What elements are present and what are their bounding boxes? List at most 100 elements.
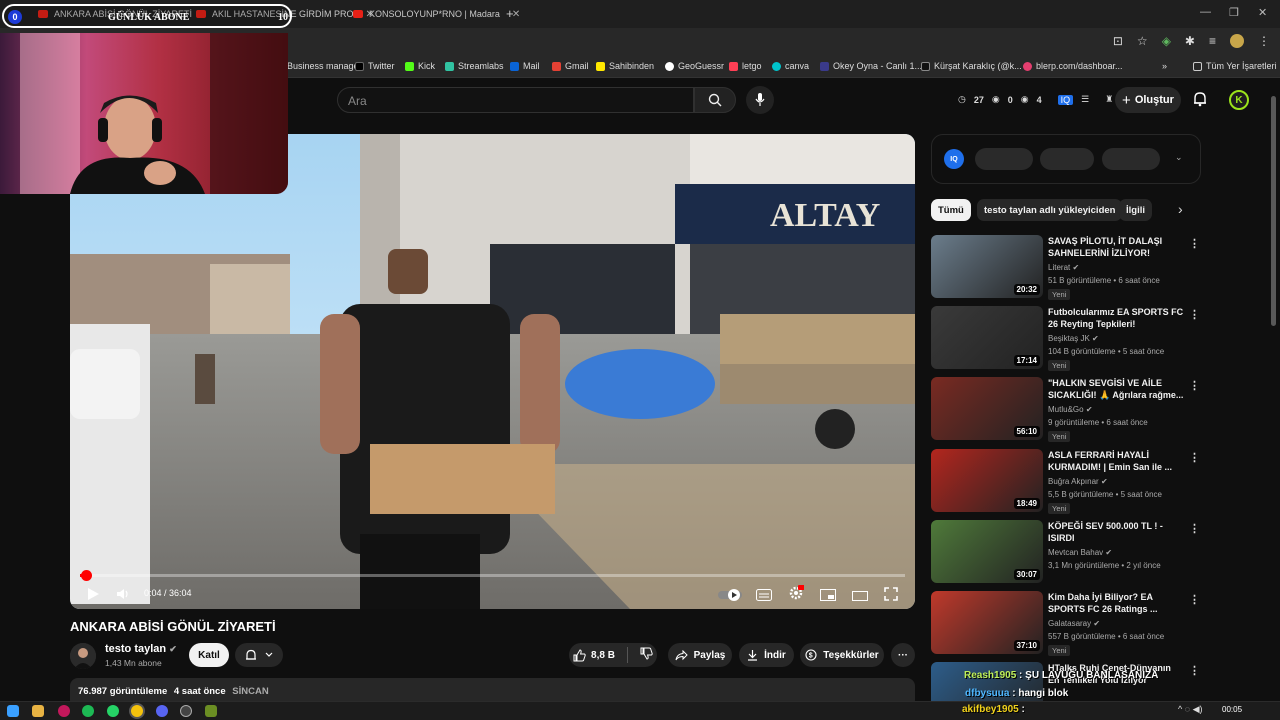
app-icon[interactable] [58, 705, 70, 717]
recommendation-title[interactable]: "HALKIN SEVGİSİ VE AİLE SICAKLIĞI! 🙏 Ağr… [1048, 377, 1184, 401]
search-button[interactable] [694, 87, 736, 113]
search-input[interactable]: Ara [337, 87, 694, 113]
video-thumbnail[interactable]: 18:49 [931, 449, 1043, 512]
notifications-button[interactable] [1192, 91, 1208, 110]
list-icon[interactable]: ☰ [1081, 94, 1089, 105]
more-vertical-icon[interactable]: ⋮ [1189, 522, 1200, 535]
achievement-icon[interactable]: ♜ [1105, 94, 1113, 105]
channel-name[interactable]: testo taylan ✔ [105, 643, 177, 655]
like-button[interactable]: 8,8 B [573, 648, 615, 662]
restore-icon[interactable]: ❐ [1229, 6, 1239, 19]
recommendation-item[interactable]: 20:32 SAVAŞ PİLOTU, İT DALAŞI SAHNELERİNİ… [931, 235, 1201, 300]
recommendation-title[interactable]: Futbolcularımız EA SPORTS FC 26 Reyting … [1048, 306, 1184, 330]
progress-scrubber[interactable] [81, 570, 92, 581]
bookmark-item[interactable]: Streamlabs [445, 61, 504, 71]
more-vertical-icon[interactable]: ⋮ [1189, 308, 1200, 321]
share-button[interactable]: Paylaş [668, 643, 732, 667]
recommendation-title[interactable]: Kim Daha İyi Biliyor? EA SPORTS FC 26 Ra… [1048, 591, 1184, 615]
minimize-icon[interactable]: — [1200, 6, 1211, 18]
spotify-icon[interactable] [82, 705, 94, 717]
obs-icon[interactable] [180, 705, 192, 717]
progress-bar[interactable] [80, 570, 905, 581]
install-app-icon[interactable]: ⊡ [1113, 34, 1123, 48]
more-vertical-icon[interactable]: ⋮ [1189, 379, 1200, 392]
bookmark-item[interactable]: Twitter [355, 61, 395, 71]
reading-list-icon[interactable]: ≡ [1209, 34, 1216, 48]
video-thumbnail[interactable]: 17:14 [931, 306, 1043, 369]
extension-iq-icon[interactable]: IQ [1057, 94, 1074, 105]
subtitles-button[interactable] [756, 589, 772, 601]
recommendation-title[interactable]: ASLA FERRARİ HAYALİ KURMADIM! | Emin San… [1048, 449, 1184, 473]
chevron-down-icon[interactable]: ⌄ [1175, 152, 1183, 163]
video-thumbnail[interactable]: 37:10 [931, 591, 1043, 654]
more-vertical-icon[interactable]: ⋮ [1189, 593, 1200, 606]
chip-from-uploader[interactable]: testo taylan adlı yükleyiciden [977, 199, 1123, 221]
video-thumbnail[interactable]: 56:10 [931, 377, 1043, 440]
bookmark-item[interactable]: Kürşat Karaklıç (@k... [921, 61, 1022, 71]
app-icon[interactable] [205, 705, 217, 717]
windows-start-icon[interactable] [7, 705, 19, 717]
chrome-icon[interactable] [131, 705, 143, 717]
video-thumbnail[interactable]: 30:07 [931, 520, 1043, 583]
video-player[interactable]: ALTAY 0:04 / 36:04 [70, 134, 915, 609]
more-actions-button[interactable]: ··· [891, 643, 915, 667]
miniplayer-button[interactable] [820, 589, 836, 601]
video-thumbnail[interactable]: 20:32 [931, 235, 1043, 298]
fullscreen-button[interactable] [884, 587, 898, 601]
account-avatar[interactable]: K [1229, 90, 1249, 110]
new-tab-button[interactable]: + [506, 6, 514, 21]
window-close-icon[interactable]: ✕ [1258, 6, 1267, 19]
recommendation-item[interactable]: 56:10 "HALKIN SEVGİSİ VE AİLE SICAKLIĞI! … [931, 377, 1201, 442]
join-button[interactable]: Katıl [189, 643, 229, 667]
bookmark-star-icon[interactable]: ☆ [1137, 34, 1148, 48]
recommendation-channel[interactable]: Galatasaray ✔ [1048, 619, 1100, 628]
more-vertical-icon[interactable]: ⋮ [1189, 664, 1200, 677]
bookmark-item[interactable]: Business manager [287, 61, 362, 71]
bookmarks-overflow-button[interactable]: » [1162, 61, 1167, 71]
file-explorer-icon[interactable] [32, 705, 44, 717]
dislike-button[interactable] [640, 647, 653, 663]
chevron-right-icon[interactable]: › [1178, 201, 1183, 217]
volume-button[interactable] [116, 587, 130, 601]
browser-menu-icon[interactable]: ⋮ [1258, 34, 1270, 48]
bookmark-item[interactable]: canva [772, 61, 809, 71]
iq-extension-icon[interactable]: IQ [944, 149, 964, 169]
bookmark-item[interactable]: Kick [405, 61, 435, 71]
theater-mode-button[interactable] [852, 591, 868, 601]
bookmark-item[interactable]: Sahibinden [596, 61, 654, 71]
recommendation-item[interactable]: 30:07 KÖPEĞİ SEV 500.000 TL ! - ISIRDI Mev… [931, 520, 1201, 584]
recommendation-channel[interactable]: Beşiktaş JK ✔ [1048, 334, 1099, 343]
recommendation-channel[interactable]: Mevtcan Bahav ✔ [1048, 548, 1112, 557]
all-bookmarks-folder[interactable]: Tüm Yer İşaretleri [1193, 61, 1277, 71]
extension-shield-icon[interactable]: ◈ [1162, 34, 1171, 48]
extensions-puzzle-icon[interactable]: ✱ [1185, 34, 1195, 48]
location-tag[interactable]: SİNCAN [232, 686, 268, 697]
discord-icon[interactable] [156, 705, 168, 717]
bookmark-item[interactable]: letgo [729, 61, 762, 71]
bookmark-item[interactable]: Mail [510, 61, 540, 71]
chip-related[interactable]: İlgili [1119, 199, 1152, 221]
browser-tab-3[interactable]: KONSOLOYUNP*RNO | Madara ✕ [345, 4, 528, 24]
recommendation-title[interactable]: KÖPEĞİ SEV 500.000 TL ! - ISIRDI [1048, 520, 1184, 544]
settings-button[interactable] [788, 585, 804, 601]
recommendation-channel[interactable]: Mutlu&Go ✔ [1048, 405, 1093, 414]
create-button[interactable]: + Oluştur [1115, 87, 1181, 113]
bookmark-item[interactable]: Gmail [552, 61, 589, 71]
play-button[interactable] [86, 587, 100, 601]
recommendation-item[interactable]: 17:14 Futbolcularımız EA SPORTS FC 26 Rey… [931, 306, 1201, 371]
bookmark-item[interactable]: GeoGuessr [665, 61, 724, 71]
bookmark-item[interactable]: Okey Oyna - Canlı 1... [820, 61, 922, 71]
recommendation-title[interactable]: SAVAŞ PİLOTU, İT DALAŞI SAHNELERİNİ İZLİ… [1048, 235, 1184, 259]
recommendation-item[interactable]: 18:49 ASLA FERRARİ HAYALİ KURMADIM! | Emi… [931, 449, 1201, 514]
subscription-bell-button[interactable] [235, 643, 283, 667]
more-vertical-icon[interactable]: ⋮ [1189, 237, 1200, 250]
chip-all[interactable]: Tümü [931, 199, 971, 221]
thanks-button[interactable]: $ Teşekkürler [800, 643, 884, 667]
download-button[interactable]: İndir [739, 643, 794, 667]
page-scrollbar[interactable] [1271, 96, 1276, 326]
recommendation-channel[interactable]: Buğra Akpınar ✔ [1048, 477, 1108, 486]
recommendation-item[interactable]: 37:10 Kim Daha İyi Biliyor? EA SPORTS FC … [931, 591, 1201, 656]
autoplay-toggle[interactable] [718, 589, 742, 601]
bookmark-item[interactable]: blerp.com/dashboar... [1023, 61, 1123, 71]
channel-avatar[interactable] [70, 643, 96, 669]
